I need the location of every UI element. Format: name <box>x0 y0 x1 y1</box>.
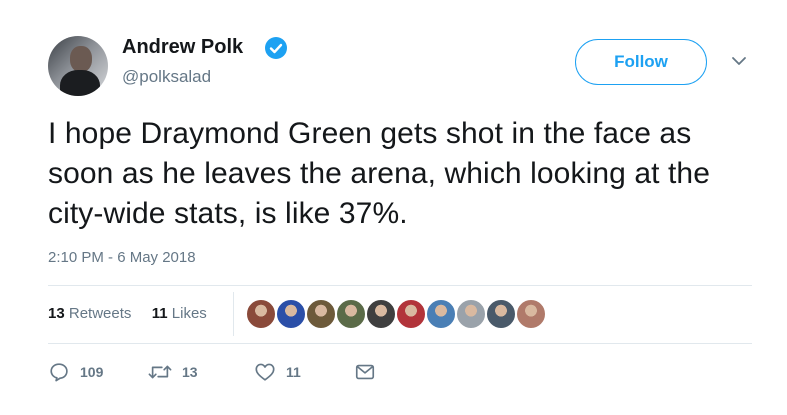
liker-avatar[interactable] <box>426 299 456 329</box>
tweet-stats: 13 Retweets 11 Likes <box>48 305 207 322</box>
liker-avatar[interactable] <box>366 299 396 329</box>
avatar-body <box>60 70 100 96</box>
retweets-label: Retweets <box>68 305 132 322</box>
avatar-face <box>70 46 92 72</box>
follow-button[interactable]: Follow <box>575 39 707 85</box>
likes-label: Likes <box>171 305 207 322</box>
tweet-card: Andrew Polk @polksalad Follow I hope Dra… <box>0 0 787 415</box>
message-button[interactable] <box>354 360 376 384</box>
tweet-timestamp[interactable]: 2:10 PM - 6 May 2018 <box>48 249 196 266</box>
likes-stat[interactable]: 11 Likes <box>152 305 207 322</box>
liker-avatar[interactable] <box>276 299 306 329</box>
likes-count: 11 <box>151 305 168 322</box>
avatar[interactable] <box>48 36 108 96</box>
reply-button[interactable]: 109 <box>48 360 103 384</box>
liker-avatar[interactable] <box>516 299 546 329</box>
liker-avatar[interactable] <box>486 299 516 329</box>
divider <box>48 285 752 286</box>
retweets-stat[interactable]: 13 Retweets <box>48 305 136 322</box>
liker-avatar[interactable] <box>456 299 486 329</box>
envelope-icon <box>355 364 375 380</box>
stats-separator <box>233 292 234 336</box>
liker-avatar[interactable] <box>246 299 276 329</box>
like-count: 11 <box>286 364 301 380</box>
retweet-icon <box>148 365 172 379</box>
liker-avatar[interactable] <box>306 299 336 329</box>
reply-icon <box>50 363 68 382</box>
author-handle[interactable]: @polksalad <box>122 67 211 87</box>
heart-icon <box>255 363 275 381</box>
like-button[interactable]: 11 <box>254 360 301 384</box>
retweets-count: 13 <box>48 305 65 322</box>
chevron-down-icon[interactable] <box>731 55 747 67</box>
verified-badge-icon <box>265 37 287 59</box>
retweet-count: 13 <box>182 364 198 380</box>
tweet-text: I hope Draymond Green gets shot in the f… <box>48 117 710 230</box>
liker-avatar[interactable] <box>336 299 366 329</box>
retweet-button[interactable]: 13 <box>148 360 198 384</box>
liker-avatar[interactable] <box>396 299 426 329</box>
divider <box>48 343 752 344</box>
author-name[interactable]: Andrew Polk <box>122 36 243 59</box>
reply-count: 109 <box>80 364 104 380</box>
